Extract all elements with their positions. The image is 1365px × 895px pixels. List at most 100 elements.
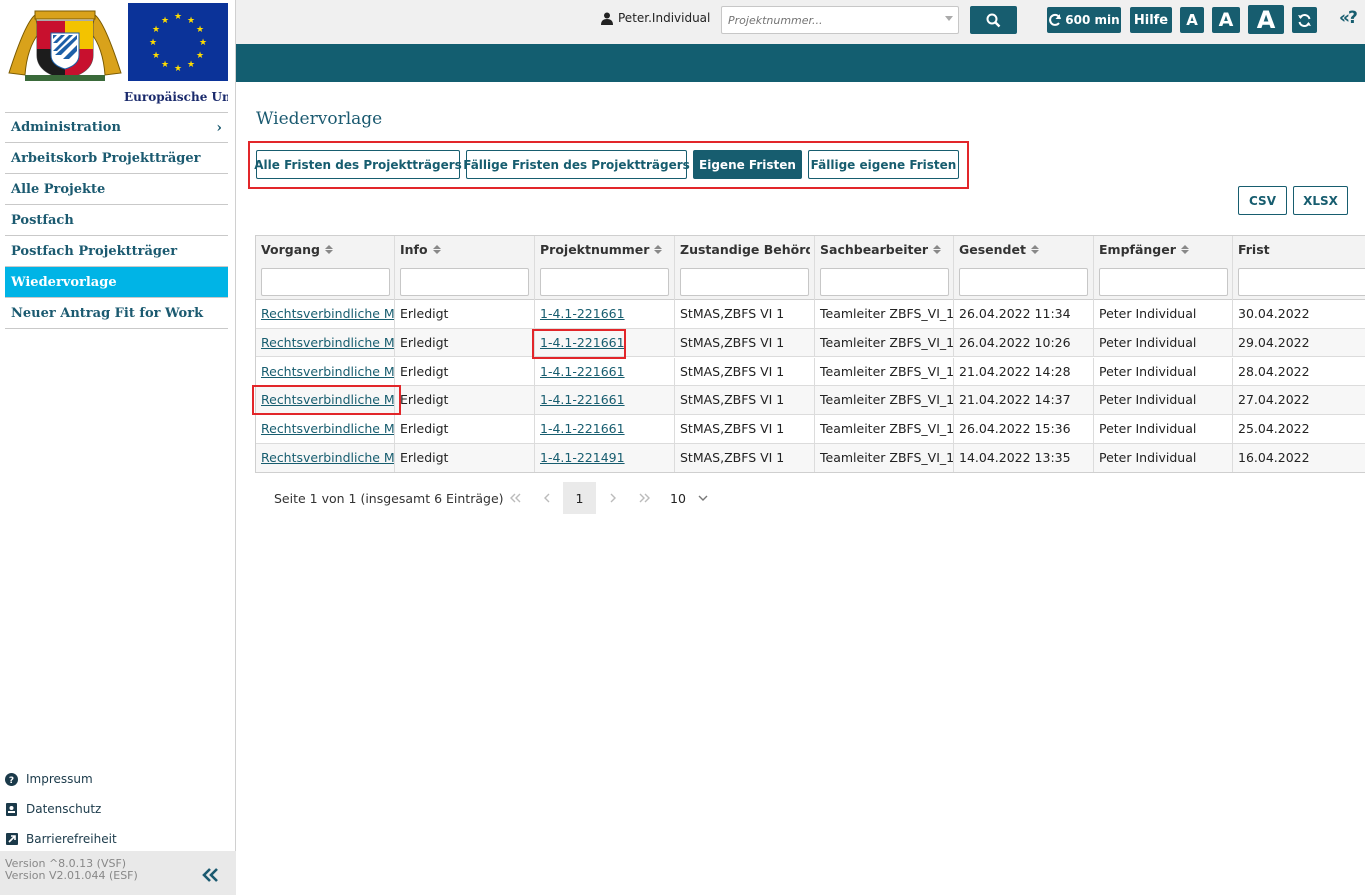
cell-text: 21.04.2022 14:37 [959,392,1071,408]
chevron-down-icon[interactable] [945,16,953,21]
export-csv-button[interactable]: CSV [1238,186,1287,215]
column-filter-frist[interactable] [1238,268,1365,296]
sidebar-item-postfach[interactable]: Postfach [5,205,228,236]
cell-text: Peter Individual [1099,421,1197,437]
sort-icon[interactable] [432,245,441,254]
projektnummer-link[interactable]: 1-4.1-221661 [540,364,625,379]
cell-sachbearbeiter: Teamleiter ZBFS_VI_1 [815,357,954,387]
cell-vorgang: Rechtsverbindliche Mit [256,444,395,472]
column-header-frist[interactable]: Frist [1233,236,1365,300]
vorgang-link[interactable]: Rechtsverbindliche Mit [261,450,394,465]
filter-due-own-deadlines-button[interactable]: Fällige eigene Fristen [808,150,959,179]
search-button[interactable] [970,6,1017,34]
column-header-behoerde[interactable]: Zustandige Behörde ( [675,236,815,300]
sidebar-item-alle-projekte[interactable]: Alle Projekte [5,174,228,205]
column-filter-info[interactable] [400,268,529,296]
prev-page-button[interactable] [540,482,554,514]
session-timer-button[interactable]: 600 min [1047,7,1121,33]
column-header-gesendet[interactable]: Gesendet [954,236,1094,300]
current-page-button[interactable]: 1 [563,482,596,514]
column-filter-sachbearbeiter[interactable] [820,268,949,296]
refresh-button[interactable] [1292,7,1317,33]
vorgang-link[interactable]: Rechtsverbindliche Mit [261,421,394,436]
column-header-label: Sachbearbeiter [820,242,929,257]
cell-behoerde: StMAS,ZBFS VI 1 [675,386,815,415]
cell-projektnummer: 1-4.1-221661 [535,386,675,415]
column-header-label: Vorgang [261,242,320,257]
vorgang-link[interactable]: Rechtsverbindliche Mit [261,364,394,379]
sort-icon[interactable] [933,245,942,254]
first-page-button[interactable] [507,482,525,514]
projektnummer-link[interactable]: 1-4.1-221491 [540,450,625,465]
font-size-medium-button[interactable]: A [1212,7,1240,33]
cell-info: Erledigt [395,444,535,472]
sort-icon[interactable] [1180,245,1189,254]
last-page-button[interactable] [636,482,652,514]
cell-text: Erledigt [400,421,449,437]
datenschutz-link[interactable]: Datenschutz [5,794,117,824]
external-link-icon [5,833,18,846]
column-header-label: Info [400,242,428,257]
cell-vorgang: Rechtsverbindliche Mit [256,415,395,444]
sort-icon[interactable] [324,245,333,254]
projektnummer-link[interactable]: 1-4.1-221661 [540,306,625,321]
sidebar-item-neuer-antrag[interactable]: Neuer Antrag Fit for Work [5,298,228,329]
pager-summary: Seite 1 von 1 (insgesamt 6 Einträge) [274,490,504,506]
cell-frist: 27.04.2022 [1233,386,1365,415]
impressum-link[interactable]: ? Impressum [5,764,117,794]
filter-due-deadlines-button[interactable]: Fällige Fristen des Projektträgers [463,150,690,179]
project-number-search[interactable] [721,6,959,34]
cell-behoerde: StMAS,ZBFS VI 1 [675,300,815,329]
refresh-icon [1298,13,1311,27]
export-xlsx-button[interactable]: XLSX [1293,186,1348,215]
column-filter-gesendet[interactable] [959,268,1088,296]
projektnummer-link[interactable]: 1-4.1-221661 [540,392,625,407]
sidebar-item-arbeitskorb[interactable]: Arbeitskorb Projektträger [5,143,228,174]
cell-info: Erledigt [395,386,535,415]
cell-text: 28.04.2022 [1238,363,1310,379]
projektnummer-link[interactable]: 1-4.1-221661 [540,335,625,350]
barrierefreiheit-link[interactable]: Barrierefreiheit [5,824,117,854]
sort-icon[interactable] [1030,245,1039,254]
column-header-sachbearbeiter[interactable]: Sachbearbeiter [815,236,954,300]
column-header-empfaenger[interactable]: Empfänger [1094,236,1233,300]
header-banner [236,44,1365,82]
cell-text: Erledigt [400,450,449,465]
sort-icon[interactable] [654,245,663,254]
refresh-icon [1049,13,1062,26]
font-size-small-button[interactable]: A [1180,7,1204,33]
sidebar-item-postfach-projekttraeger[interactable]: Postfach Projektträger [5,236,228,267]
cell-text: Erledigt [400,306,449,321]
column-filter-behoerde[interactable] [680,268,809,296]
vorgang-link[interactable]: Rechtsverbindliche Mit [261,392,394,407]
column-filter-projektnummer[interactable] [540,268,669,296]
column-header-vorgang[interactable]: Vorgang [256,236,395,300]
font-size-large-button[interactable]: A [1248,5,1284,34]
sidebar-item-wiedervorlage[interactable]: Wiedervorlage [5,267,228,298]
filter-all-deadlines-button[interactable]: Alle Fristen des Projektträgers [254,150,462,179]
sidebar-item-label: Wiedervorlage [11,274,117,290]
user-menu[interactable]: Peter.Individual [601,11,710,25]
projektnummer-link[interactable]: 1-4.1-221661 [540,421,625,436]
sidebar-item-administration[interactable]: Administration › [5,112,228,143]
data-table: Vorgang Info Projektnummer Zustandige Behör… [255,235,1365,473]
column-filter-vorgang[interactable] [261,268,390,296]
collapse-sidebar-icon[interactable] [202,863,220,887]
svg-text:★: ★ [196,51,204,61]
chevron-down-icon[interactable] [697,482,709,514]
help-button[interactable]: Hilfe [1130,7,1172,33]
project-number-input[interactable] [722,7,937,33]
cell-text: Peter Individual [1099,334,1197,350]
filter-own-deadlines-button[interactable]: Eigene Fristen [693,150,802,179]
column-filter-empfaenger[interactable] [1099,268,1228,296]
vorgang-link[interactable]: Rechtsverbindliche Mit [261,306,394,321]
chevron-right-icon [610,493,616,503]
page-size-select[interactable]: 10 [670,482,686,514]
column-header-projektnummer[interactable]: Projektnummer [535,236,675,300]
next-page-button[interactable] [606,482,618,514]
cell-text: 14.04.2022 13:35 [959,450,1071,465]
vorgang-link[interactable]: Rechtsverbindliche Mit [261,335,394,350]
help-hint-link[interactable]: «? [1339,8,1358,28]
cell-text: Teamleiter ZBFS_VI_1 [820,306,954,321]
column-header-info[interactable]: Info [395,236,535,300]
